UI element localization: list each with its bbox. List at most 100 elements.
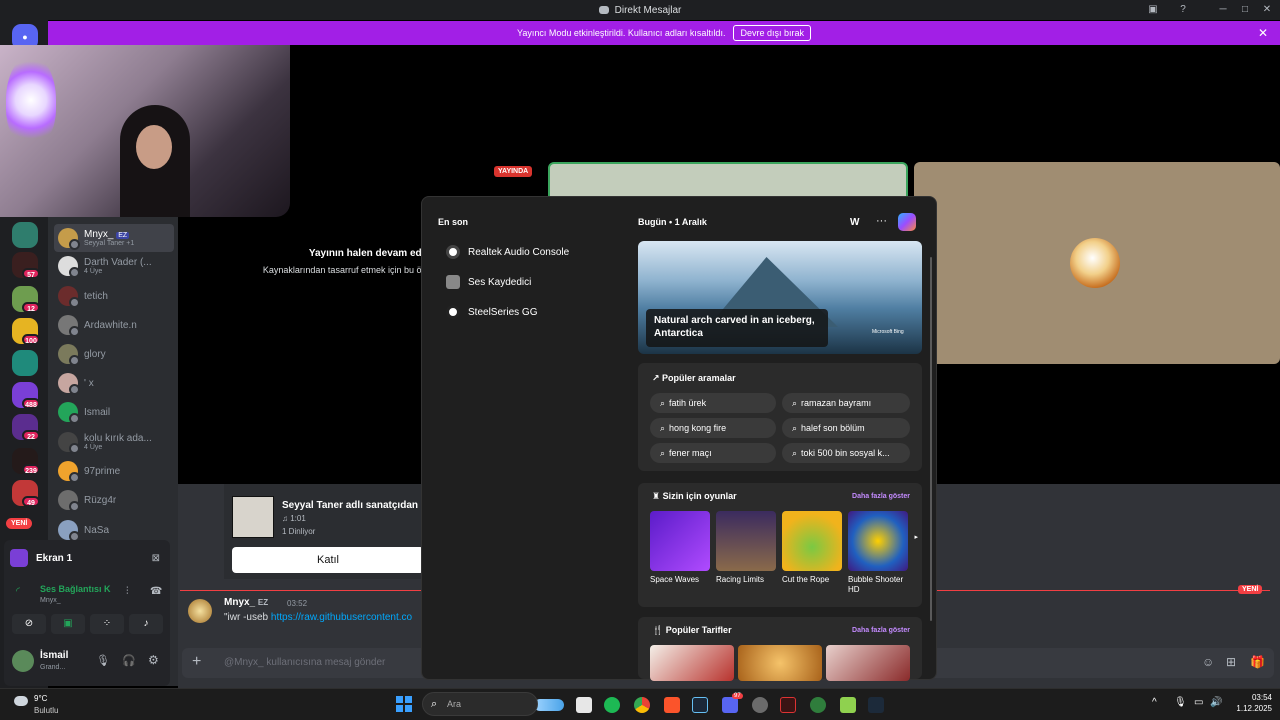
minimize-button[interactable]: ─: [1214, 2, 1232, 18]
chat-message: Mnyx_ EZ 03:52 "iwr -useb https://raw.gi…: [188, 597, 428, 631]
recipe-thumb[interactable]: [738, 645, 822, 681]
game-tile[interactable]: Bubble Shooter HD: [848, 511, 908, 595]
help-icon[interactable]: ?: [1174, 2, 1192, 18]
tray-mic-icon[interactable]: 🎙: [1174, 697, 1187, 708]
dm-item[interactable]: İsmail: [54, 398, 174, 426]
weather-widget[interactable]: 9°C Bulutlu: [14, 692, 114, 718]
search-placeholder: Ara: [447, 699, 462, 709]
user-name: İsmail: [40, 650, 69, 661]
app-icon[interactable]: [810, 697, 826, 713]
start-button[interactable]: [396, 696, 412, 712]
tray-volume-icon[interactable]: 🔊: [1210, 697, 1222, 708]
recipe-thumb[interactable]: [650, 645, 734, 681]
live-badge: YAYINDA: [494, 166, 533, 177]
inbox-icon[interactable]: ▣: [1144, 2, 1162, 18]
games-next-icon[interactable]: ▸: [914, 533, 918, 541]
dm-item[interactable]: Darth Vader (... 4 Üye: [54, 252, 174, 280]
dm-item[interactable]: glory: [54, 340, 174, 368]
apps-icon[interactable]: ⊞: [1226, 655, 1236, 669]
dm-item[interactable]: tetich: [54, 282, 174, 310]
game-tile[interactable]: Cut the Rope: [782, 511, 842, 585]
recipe-thumb[interactable]: [826, 645, 910, 681]
search-chip[interactable]: ⌕ fatih ürek: [650, 393, 776, 413]
message-time: 03:52: [287, 599, 308, 608]
server-icon[interactable]: [12, 350, 38, 376]
steam-icon[interactable]: [692, 697, 708, 713]
tray-chevron-icon[interactable]: ^: [1152, 697, 1157, 708]
search-chip[interactable]: ⌕ hong kong fire: [650, 418, 776, 438]
search-chip[interactable]: ⌕ toki 500 bin sosyal k...: [782, 443, 910, 463]
author-name-text: Mnyx_: [224, 597, 256, 608]
settings-gear-icon[interactable]: ⚙: [148, 653, 159, 667]
emoji-icon[interactable]: ☺: [1202, 655, 1214, 669]
banner-close-icon[interactable]: ✕: [1258, 26, 1268, 40]
spotify-icon[interactable]: [604, 697, 620, 713]
game-name: Space Waves: [650, 575, 700, 584]
dm-item[interactable]: 97prime: [54, 457, 174, 485]
discord-taskbar-icon[interactable]: [722, 697, 738, 713]
message-link[interactable]: https://raw.githubusercontent.co: [271, 612, 412, 623]
game-tile[interactable]: Racing Limits: [716, 511, 776, 585]
dm-name: glory: [84, 348, 106, 360]
more-options-icon[interactable]: ···: [876, 215, 887, 227]
participant-tile[interactable]: [914, 162, 1280, 364]
games-more-link[interactable]: Daha fazla göster: [852, 493, 910, 500]
dm-avatar: [58, 461, 80, 483]
activities-button[interactable]: ⁘: [90, 614, 124, 634]
disconnect-icon[interactable]: ☎: [150, 586, 162, 597]
dm-item[interactable]: Ardawhite.n: [54, 311, 174, 339]
copilot-icon[interactable]: [898, 213, 916, 231]
search-chip[interactable]: ⌕ fener maçı: [650, 443, 776, 463]
app-icon[interactable]: [840, 697, 856, 713]
app-icon[interactable]: [780, 697, 796, 713]
author-name[interactable]: Mnyx_ EZ: [224, 597, 268, 608]
app-icon[interactable]: [868, 697, 884, 713]
headphones-icon[interactable]: 🎧: [122, 654, 136, 667]
bing-hero-card[interactable]: Natural arch carved in an iceberg, Antar…: [638, 241, 922, 354]
recent-app[interactable]: SteelSeries GG: [446, 305, 537, 319]
server-icon[interactable]: [12, 222, 38, 248]
game-tile[interactable]: Space Waves: [650, 511, 710, 585]
recent-app[interactable]: Ses Kaydedici: [446, 275, 531, 289]
overwolf-icon[interactable]: [752, 697, 768, 713]
search-chip[interactable]: ⌕ halef son bölüm: [782, 418, 910, 438]
account-avatar[interactable]: W: [850, 217, 859, 228]
noise-icon[interactable]: ⫶: [126, 586, 129, 597]
edge-cloud-icon[interactable]: [534, 699, 564, 711]
join-button[interactable]: Katıl: [232, 547, 424, 573]
dm-sub: 4 Üye: [84, 444, 103, 451]
hero-caption: Natural arch carved in an iceberg, Antar…: [646, 309, 828, 347]
close-button[interactable]: ✕: [1258, 2, 1276, 18]
recorder-icon: [446, 275, 460, 289]
file-explorer-icon[interactable]: [576, 697, 592, 713]
maximize-button[interactable]: □: [1236, 2, 1254, 18]
search-chip[interactable]: ⌕ ramazan bayramı: [782, 393, 910, 413]
recent-app[interactable]: Realtek Audio Console: [446, 245, 569, 259]
camera-off-button[interactable]: ⊘: [12, 614, 46, 634]
panel-scrollbar[interactable]: [930, 257, 932, 621]
dm-item[interactable]: Rüzg4r: [54, 486, 174, 514]
disable-streamer-mode-button[interactable]: Devre dışı bırak: [733, 25, 811, 41]
dm-item[interactable]: ' x: [54, 369, 174, 397]
dm-item[interactable]: kolu kırık ada... 4 Üye: [54, 428, 174, 456]
unread-badge: 239: [22, 464, 40, 475]
brave-icon[interactable]: [664, 697, 680, 713]
mic-icon[interactable]: 🎙: [96, 654, 110, 667]
attach-plus-icon[interactable]: +: [192, 653, 201, 671]
dm-item[interactable]: Mnyx_ EZ Seyyal Taner +1: [54, 224, 174, 252]
stop-share-icon[interactable]: ⊠: [152, 553, 160, 564]
voice-connection-sub: Mnyx_: [40, 597, 61, 604]
soundboard-button[interactable]: ♪: [129, 614, 163, 634]
gift-icon[interactable]: 🎁: [1250, 655, 1265, 669]
chrome-icon[interactable]: [634, 697, 650, 713]
taskbar-search[interactable]: ⌕ Ara: [422, 692, 538, 716]
screen-share-button[interactable]: ▣: [51, 614, 85, 634]
recipes-more-link[interactable]: Daha fazla göster: [852, 627, 910, 634]
tray-network-icon[interactable]: ▭: [1194, 697, 1203, 708]
face: [136, 125, 172, 169]
user-avatar[interactable]: [12, 650, 34, 672]
stream-paused-message: Yayının halen devam ediyor Kaynaklarında…: [180, 248, 440, 275]
screen-share-row[interactable]: Ekran 1 ⊠: [10, 546, 164, 570]
author-avatar[interactable]: [188, 599, 212, 623]
clock[interactable]: 03:54 1.12.2025: [1228, 693, 1272, 713]
